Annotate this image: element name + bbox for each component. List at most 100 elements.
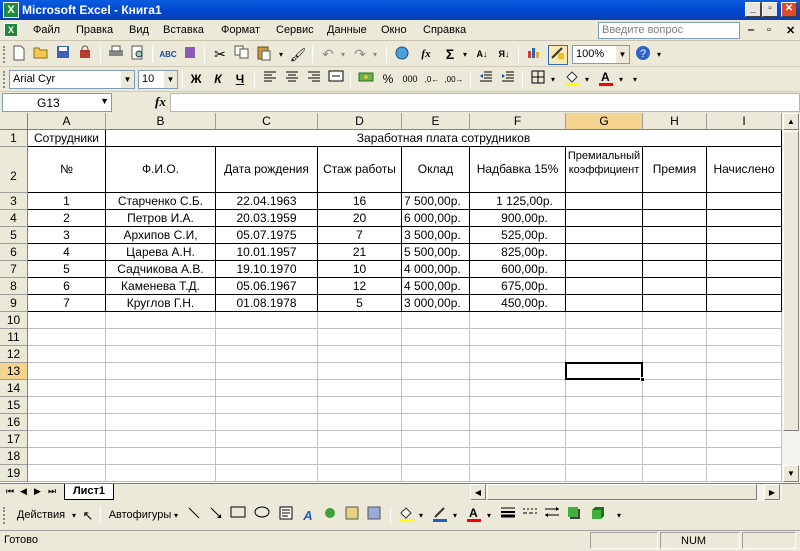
cell-g17[interactable]	[566, 431, 643, 448]
print-preview-icon[interactable]	[128, 45, 148, 65]
save-icon[interactable]	[53, 45, 73, 65]
cell-g9[interactable]	[566, 295, 643, 312]
fill-color-dropdown-icon[interactable]: ▾	[582, 70, 592, 90]
column-header-i[interactable]: I	[707, 113, 782, 130]
cell-g11[interactable]	[566, 329, 643, 346]
cell-h14[interactable]	[643, 380, 707, 397]
line-color-icon[interactable]	[430, 506, 450, 526]
cell-c17[interactable]	[216, 431, 318, 448]
cell-e8[interactable]: 4 500,00р.	[402, 278, 470, 295]
cell-h13[interactable]	[643, 363, 707, 380]
picture-icon[interactable]	[364, 506, 384, 526]
toolbar-options-icon[interactable]: ▾	[630, 70, 640, 90]
row-header-17[interactable]: 17	[0, 431, 28, 448]
menu-file[interactable]: Файл	[33, 24, 60, 36]
cell-f17[interactable]	[470, 431, 566, 448]
cell-i16[interactable]	[707, 414, 782, 431]
cell-a7[interactable]: 5	[28, 261, 106, 278]
cell-h9[interactable]	[643, 295, 707, 312]
cell-d4[interactable]: 20	[318, 210, 402, 227]
minimize-button[interactable]: _	[745, 2, 761, 17]
cell-g8[interactable]	[566, 278, 643, 295]
cell-c19[interactable]	[216, 465, 318, 482]
increase-decimal-icon[interactable]: ,0←	[422, 70, 442, 90]
cell-d3[interactable]: 16	[318, 193, 402, 210]
shadow-style-icon[interactable]	[564, 506, 584, 526]
cell-i11[interactable]	[707, 329, 782, 346]
cell-e11[interactable]	[402, 329, 470, 346]
arrow-icon[interactable]	[206, 506, 226, 526]
cell-d14[interactable]	[318, 380, 402, 397]
cell-a12[interactable]	[28, 346, 106, 363]
wordart-icon[interactable]: A	[298, 506, 318, 526]
autoshapes-dropdown-icon[interactable]: ▾	[172, 506, 180, 526]
horizontal-scroll-thumb[interactable]	[487, 484, 757, 500]
cell-i10[interactable]	[707, 312, 782, 329]
prev-sheet-button[interactable]: ◀	[20, 486, 27, 497]
cell-c16[interactable]	[216, 414, 318, 431]
cell-c6[interactable]: 10.01.1957	[216, 244, 318, 261]
cell-i2[interactable]: Начислено	[707, 147, 782, 193]
cell-c14[interactable]	[216, 380, 318, 397]
insert-function-icon[interactable]: fx	[416, 45, 436, 65]
thousands-button[interactable]: 000	[400, 70, 420, 90]
horizontal-scrollbar[interactable]: ◀ ▶	[470, 484, 782, 501]
cell-d2[interactable]: Стаж работы	[318, 147, 402, 193]
cell-e16[interactable]	[402, 414, 470, 431]
cell-e4[interactable]: 6 000,00р.	[402, 210, 470, 227]
cell-h5[interactable]	[643, 227, 707, 244]
cell-a2[interactable]: №	[28, 147, 106, 193]
font-color-icon[interactable]: A	[596, 70, 616, 90]
cell-d6[interactable]: 21	[318, 244, 402, 261]
cell-c15[interactable]	[216, 397, 318, 414]
font-color-dropdown-icon[interactable]: ▾	[484, 506, 494, 526]
cell-f5[interactable]: 525,00р.	[470, 227, 566, 244]
cell-d18[interactable]	[318, 448, 402, 465]
row-header-8[interactable]: 8	[0, 278, 28, 295]
toolbar-grip[interactable]	[3, 46, 6, 63]
cell-d5[interactable]: 7	[318, 227, 402, 244]
rectangle-icon[interactable]	[228, 506, 248, 526]
document-icon[interactable]: X	[4, 23, 18, 37]
underline-button[interactable]: Ч	[230, 70, 250, 90]
column-header-g[interactable]: G	[566, 113, 643, 130]
autoshapes-menu[interactable]: Автофигуры	[104, 506, 176, 526]
percent-button[interactable]: %	[378, 70, 398, 90]
italic-button[interactable]: К	[208, 70, 228, 90]
vertical-scrollbar[interactable]: ▲ ▼	[782, 113, 800, 483]
toolbar-grip[interactable]	[3, 71, 6, 88]
cell-b3[interactable]: Старченко С.Б.	[106, 193, 216, 210]
cell-f18[interactable]	[470, 448, 566, 465]
decrease-indent-icon[interactable]	[476, 70, 496, 90]
cell-i8[interactable]	[707, 278, 782, 295]
row-header-3[interactable]: 3	[0, 193, 28, 210]
column-header-f[interactable]: F	[470, 113, 566, 130]
zoom-dropdown-icon[interactable]: ▼	[616, 46, 629, 63]
cell-b16[interactable]	[106, 414, 216, 431]
zoom-select[interactable]: 100% ▼	[572, 45, 630, 64]
cell-b6[interactable]: Царева А.Н.	[106, 244, 216, 261]
align-left-icon[interactable]	[260, 70, 280, 90]
worksheet-grid[interactable]: A B C D E F G H I 1 2 3 4 5 6 7 8 9 10 11 12 13 14 15 16 17 18 19 Со…	[0, 113, 782, 483]
cell-b10[interactable]	[106, 312, 216, 329]
cell-c8[interactable]: 05.06.1967	[216, 278, 318, 295]
help-icon[interactable]: ?	[633, 45, 653, 65]
scroll-left-icon[interactable]: ◀	[470, 484, 486, 500]
cell-e15[interactable]	[402, 397, 470, 414]
redo-dropdown-icon[interactable]: ▾	[370, 45, 380, 65]
cell-a18[interactable]	[28, 448, 106, 465]
cell-c7[interactable]: 19.10.1970	[216, 261, 318, 278]
last-sheet-button[interactable]: ⏭	[48, 486, 56, 497]
cell-f11[interactable]	[470, 329, 566, 346]
cell-b17[interactable]	[106, 431, 216, 448]
cell-e7[interactable]: 4 000,00р.	[402, 261, 470, 278]
row-header-2[interactable]: 2	[0, 147, 28, 193]
cell-b13[interactable]	[106, 363, 216, 380]
textbox-icon[interactable]	[276, 506, 296, 526]
cell-c12[interactable]	[216, 346, 318, 363]
permission-icon[interactable]	[75, 45, 95, 65]
cell-f15[interactable]	[470, 397, 566, 414]
fill-color-dropdown-icon[interactable]: ▾	[416, 506, 426, 526]
align-right-icon[interactable]	[304, 70, 324, 90]
cell-b2[interactable]: Ф.И.О.	[106, 147, 216, 193]
